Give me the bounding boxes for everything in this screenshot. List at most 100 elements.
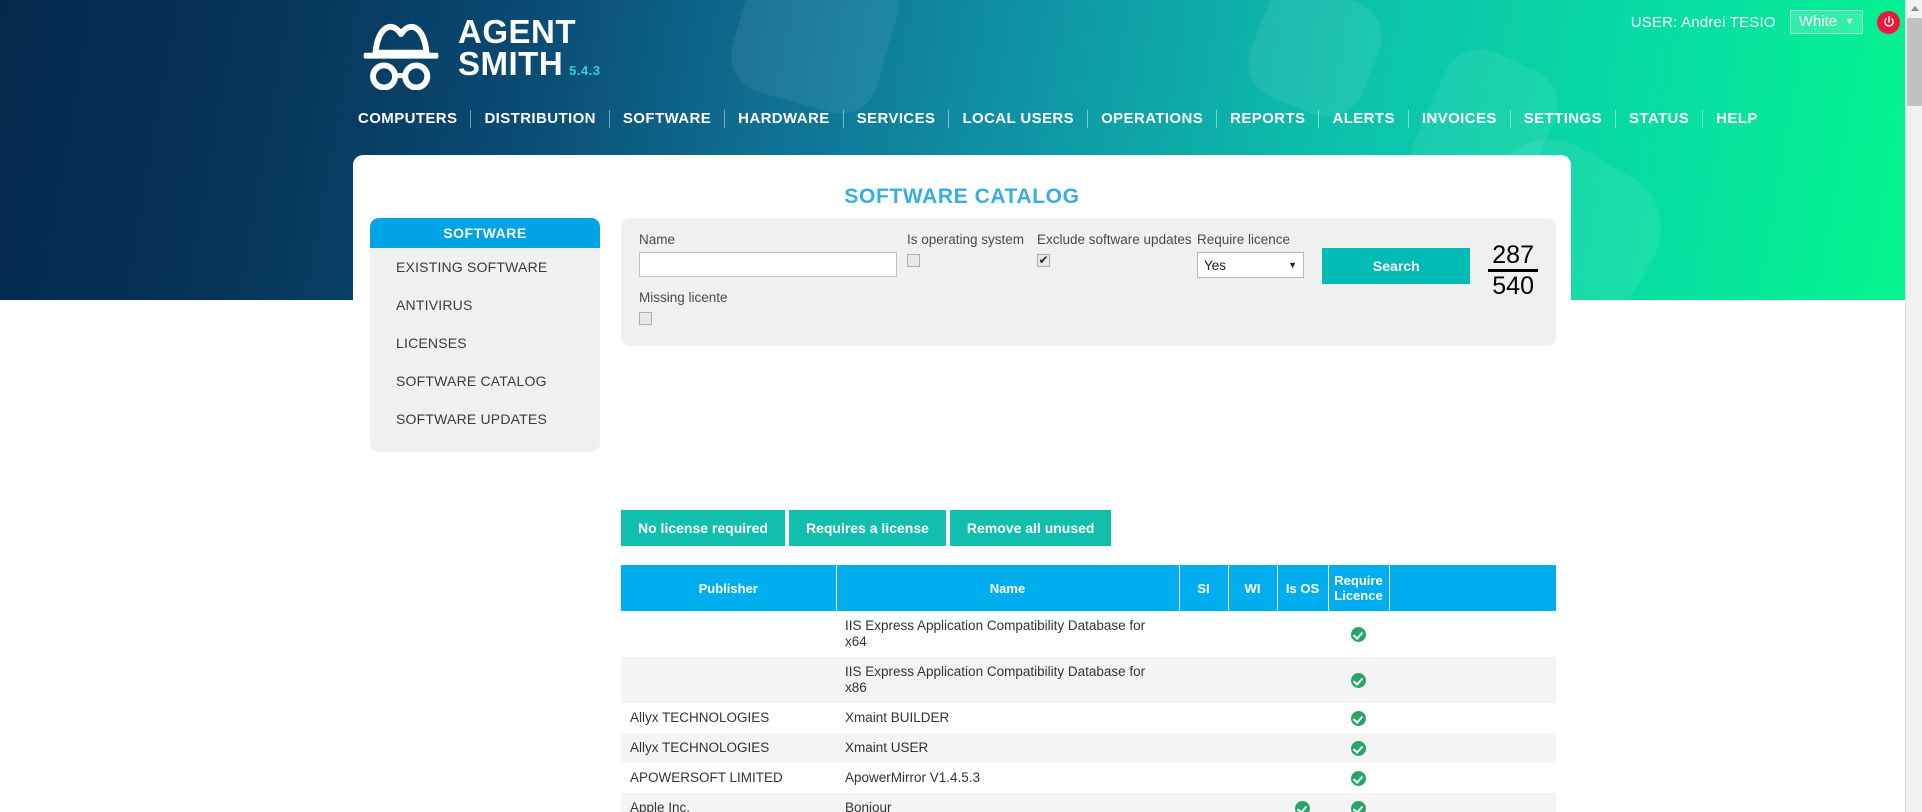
app-logo[interactable]: AGENT SMITH5.4.3	[358, 12, 601, 90]
sidebar-item-software-catalog[interactable]: SOFTWARE CATALOG	[370, 362, 600, 400]
column-header-wi[interactable]: WI	[1228, 565, 1277, 611]
cell-is-os	[1277, 703, 1328, 733]
logo-wordmark: AGENT SMITH5.4.3	[458, 16, 601, 87]
is-operating-system-label: Is operating system	[907, 232, 1027, 247]
nav-item-help[interactable]: HELP	[1703, 110, 1771, 128]
theme-select-value: White	[1799, 13, 1837, 30]
cell-actions	[1389, 657, 1556, 703]
table-row[interactable]: IIS Express Application Compatibility Da…	[621, 611, 1556, 657]
cell-publisher: Apple Inc.	[621, 793, 836, 812]
search-button[interactable]: Search	[1322, 248, 1470, 284]
cell-wi	[1228, 793, 1277, 812]
nav-item-software[interactable]: SOFTWARE	[610, 110, 725, 128]
column-header-si[interactable]: SI	[1179, 565, 1228, 611]
cell-name: Xmaint BUILDER	[836, 703, 1179, 733]
column-header-name[interactable]: Name	[836, 565, 1179, 611]
table-row[interactable]: APOWERSOFT LIMITEDApowerMirror V1.4.5.3	[621, 763, 1556, 793]
cell-is-os	[1277, 793, 1328, 812]
cell-si	[1179, 793, 1228, 812]
cell-is-os	[1277, 611, 1328, 657]
exclude-software-updates-checkbox[interactable]: ✔	[1037, 254, 1050, 267]
cell-si	[1179, 657, 1228, 703]
result-counter-numerator: 287	[1488, 242, 1538, 272]
cell-require-licence	[1328, 657, 1389, 703]
exclude-software-updates-group: Exclude software updates ✔	[1037, 232, 1187, 270]
sidebar-item-software-updates[interactable]: SOFTWARE UPDATES	[370, 400, 600, 438]
chevron-down-icon: ▼	[1845, 17, 1854, 26]
power-button[interactable]	[1877, 11, 1900, 34]
software-catalog-table: Publisher Name SI WI Is OS Require Licen…	[621, 565, 1556, 812]
application-window: USER: Andrei TESIO White ▼ AGENT SMITH5.…	[0, 0, 1922, 812]
table-row[interactable]: Apple Inc.Bonjour	[621, 793, 1556, 812]
search-input[interactable]	[639, 252, 897, 277]
nav-item-reports[interactable]: REPORTS	[1217, 110, 1319, 128]
table-row[interactable]: Allyx TECHNOLOGIESXmaint USER	[621, 733, 1556, 763]
nav-item-local-users[interactable]: LOCAL USERS	[949, 110, 1088, 128]
user-label: USER: Andrei TESIO	[1631, 14, 1776, 31]
cell-publisher	[621, 657, 836, 703]
check-icon	[1351, 741, 1366, 756]
cell-wi	[1228, 703, 1277, 733]
requires-a-license-button[interactable]: Requires a license	[789, 510, 946, 546]
logo-line-2: SMITH	[458, 45, 563, 82]
require-licence-select[interactable]: Yes ▼	[1197, 252, 1304, 278]
page-scrollbar[interactable]	[1905, 0, 1922, 812]
cell-si	[1179, 763, 1228, 793]
is-operating-system-group: Is operating system	[907, 232, 1027, 270]
cell-actions	[1389, 611, 1556, 657]
cell-publisher: APOWERSOFT LIMITED	[621, 763, 836, 793]
theme-select[interactable]: White ▼	[1790, 10, 1863, 34]
column-header-is-os[interactable]: Is OS	[1277, 565, 1328, 611]
is-operating-system-checkbox[interactable]	[907, 254, 920, 267]
nav-item-hardware[interactable]: HARDWARE	[725, 110, 844, 128]
column-header-publisher[interactable]: Publisher	[621, 565, 836, 611]
name-field-group: Name	[639, 232, 897, 277]
require-licence-group: Require licence Yes ▼	[1197, 232, 1307, 278]
content-card: SOFTWARE CATALOG SOFTWARE EXISTING SOFTW…	[353, 155, 1571, 812]
scrollbar-up-button[interactable]	[1906, 0, 1922, 17]
column-header-require-licence[interactable]: Require Licence	[1328, 565, 1389, 611]
check-icon	[1351, 711, 1366, 726]
scrollbar-thumb[interactable]	[1907, 18, 1922, 106]
nav-item-computers[interactable]: COMPUTERS	[358, 110, 471, 128]
cell-is-os	[1277, 763, 1328, 793]
nav-item-alerts[interactable]: ALERTS	[1319, 110, 1408, 128]
sidebar-item-antivirus[interactable]: ANTIVIRUS	[370, 286, 600, 324]
check-icon	[1295, 801, 1310, 812]
cell-name: Bonjour	[836, 793, 1179, 812]
name-label: Name	[639, 232, 897, 247]
user-bar: USER: Andrei TESIO White ▼	[1631, 10, 1900, 34]
result-counter: 287 540	[1488, 242, 1538, 300]
nav-item-invoices[interactable]: INVOICES	[1409, 110, 1511, 128]
nav-item-services[interactable]: SERVICES	[844, 110, 950, 128]
power-icon	[1882, 15, 1896, 29]
cell-name: IIS Express Application Compatibility Da…	[836, 611, 1179, 657]
sidebar: SOFTWARE EXISTING SOFTWARE ANTIVIRUS LIC…	[370, 218, 600, 452]
cell-actions	[1389, 733, 1556, 763]
cell-require-licence	[1328, 703, 1389, 733]
nav-item-distribution[interactable]: DISTRIBUTION	[471, 110, 609, 128]
cell-wi	[1228, 763, 1277, 793]
cell-require-licence	[1328, 733, 1389, 763]
missing-licence-checkbox[interactable]	[639, 312, 652, 325]
cell-require-licence	[1328, 763, 1389, 793]
check-icon	[1351, 627, 1366, 642]
logo-line-2-row: SMITH5.4.3	[458, 48, 601, 87]
exclude-software-updates-label: Exclude software updates	[1037, 232, 1187, 247]
table-row[interactable]: Allyx TECHNOLOGIESXmaint BUILDER	[621, 703, 1556, 733]
cell-wi	[1228, 611, 1277, 657]
cell-publisher: Allyx TECHNOLOGIES	[621, 733, 836, 763]
action-button-group: No license required Requires a license R…	[621, 510, 1111, 546]
sidebar-item-existing-software[interactable]: EXISTING SOFTWARE	[370, 248, 600, 286]
no-license-required-button[interactable]: No license required	[621, 510, 785, 546]
sidebar-item-licenses[interactable]: LICENSES	[370, 324, 600, 362]
nav-item-settings[interactable]: SETTINGS	[1511, 110, 1616, 128]
page-title: SOFTWARE CATALOG	[353, 155, 1571, 209]
cell-wi	[1228, 733, 1277, 763]
decorative-blob	[722, 0, 908, 123]
result-counter-denominator: 540	[1488, 272, 1538, 300]
remove-all-unused-button[interactable]: Remove all unused	[950, 510, 1112, 546]
table-row[interactable]: IIS Express Application Compatibility Da…	[621, 657, 1556, 703]
nav-item-operations[interactable]: OPERATIONS	[1088, 110, 1217, 128]
nav-item-status[interactable]: STATUS	[1616, 110, 1703, 128]
